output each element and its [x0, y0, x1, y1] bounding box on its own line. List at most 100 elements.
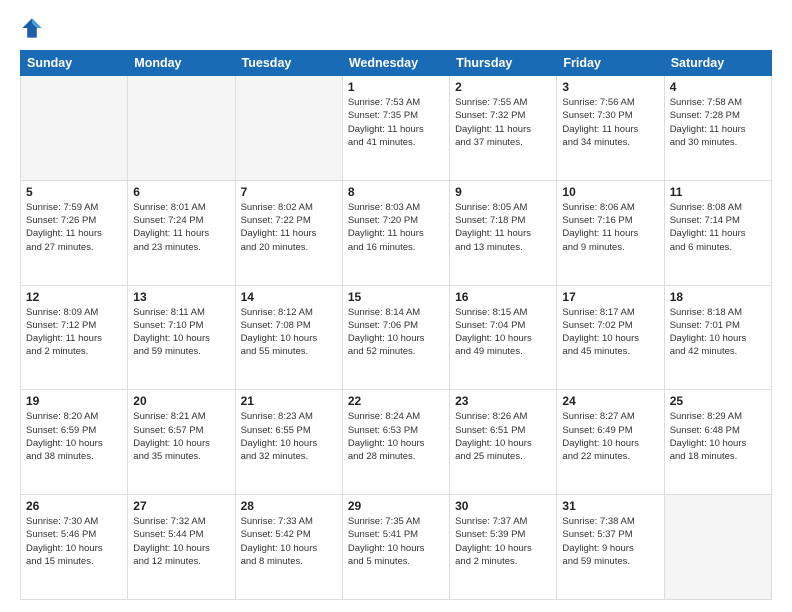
calendar-cell: 4 Sunrise: 7:58 AM Sunset: 7:28 PM Daylig…	[664, 76, 771, 181]
day-info: Sunrise: 7:32 AM Sunset: 5:44 PM Dayligh…	[133, 515, 229, 568]
day-info: Sunrise: 8:26 AM Sunset: 6:51 PM Dayligh…	[455, 410, 551, 463]
day-header-monday: Monday	[128, 51, 235, 76]
day-header-thursday: Thursday	[450, 51, 557, 76]
day-number: 13	[133, 290, 229, 304]
calendar-cell: 6Sunrise: 8:01 AM Sunset: 7:24 PM Daylig…	[128, 180, 235, 285]
calendar-cell	[21, 76, 128, 181]
day-header-friday: Friday	[557, 51, 664, 76]
calendar-cell	[128, 76, 235, 181]
day-info: Sunrise: 8:15 AM Sunset: 7:04 PM Dayligh…	[455, 306, 551, 359]
calendar-cell: 17Sunrise: 8:17 AM Sunset: 7:02 PM Dayli…	[557, 285, 664, 390]
day-info: Sunrise: 8:02 AM Sunset: 7:22 PM Dayligh…	[241, 201, 337, 254]
calendar-cell: 15 Sunrise: 8:14 AM Sunset: 7:06 PM Dayli…	[342, 285, 449, 390]
day-number: 30	[455, 499, 551, 513]
day-info: Sunrise: 8:29 AM Sunset: 6:48 PM Dayligh…	[670, 410, 766, 463]
day-header-wednesday: Wednesday	[342, 51, 449, 76]
calendar-week-3: 19 Sunrise: 8:20 AM Sunset: 6:59 PM Dayli…	[21, 390, 772, 495]
day-number: 5	[26, 185, 122, 199]
day-info: Sunrise: 8:20 AM Sunset: 6:59 PM Dayligh…	[26, 410, 122, 463]
day-number: 20	[133, 394, 229, 408]
calendar-cell: 30 Sunrise: 7:37 AM Sunset: 5:39 PM Dayli…	[450, 495, 557, 600]
calendar-cell: 11 Sunrise: 8:08 AM Sunset: 7:14 PM Dayli…	[664, 180, 771, 285]
day-info: Sunrise: 8:03 AM Sunset: 7:20 PM Dayligh…	[348, 201, 444, 254]
calendar-cell: 26 Sunrise: 7:30 AM Sunset: 5:46 PM Dayli…	[21, 495, 128, 600]
calendar-cell: 22Sunrise: 8:24 AM Sunset: 6:53 PM Dayli…	[342, 390, 449, 495]
day-number: 28	[241, 499, 337, 513]
day-number: 4	[670, 80, 766, 94]
calendar-cell: 19 Sunrise: 8:20 AM Sunset: 6:59 PM Dayli…	[21, 390, 128, 495]
calendar-cell: 9 Sunrise: 8:05 AM Sunset: 7:18 PM Daylig…	[450, 180, 557, 285]
calendar-cell: 1 Sunrise: 7:53 AM Sunset: 7:35 PM Daylig…	[342, 76, 449, 181]
day-info: Sunrise: 7:37 AM Sunset: 5:39 PM Dayligh…	[455, 515, 551, 568]
day-info: Sunrise: 8:24 AM Sunset: 6:53 PM Dayligh…	[348, 410, 444, 463]
calendar-week-2: 12 Sunrise: 8:09 AM Sunset: 7:12 PM Dayli…	[21, 285, 772, 390]
day-number: 2	[455, 80, 551, 94]
calendar-cell: 28Sunrise: 7:33 AM Sunset: 5:42 PM Dayli…	[235, 495, 342, 600]
day-info: Sunrise: 7:55 AM Sunset: 7:32 PM Dayligh…	[455, 96, 551, 149]
day-info: Sunrise: 8:12 AM Sunset: 7:08 PM Dayligh…	[241, 306, 337, 359]
calendar-cell	[664, 495, 771, 600]
day-info: Sunrise: 7:53 AM Sunset: 7:35 PM Dayligh…	[348, 96, 444, 149]
day-number: 19	[26, 394, 122, 408]
day-number: 23	[455, 394, 551, 408]
day-number: 21	[241, 394, 337, 408]
day-number: 24	[562, 394, 658, 408]
calendar-cell: 16 Sunrise: 8:15 AM Sunset: 7:04 PM Dayli…	[450, 285, 557, 390]
calendar-cell: 25 Sunrise: 8:29 AM Sunset: 6:48 PM Dayli…	[664, 390, 771, 495]
calendar-cell: 13 Sunrise: 8:11 AM Sunset: 7:10 PM Dayli…	[128, 285, 235, 390]
day-number: 12	[26, 290, 122, 304]
day-info: Sunrise: 8:05 AM Sunset: 7:18 PM Dayligh…	[455, 201, 551, 254]
calendar-cell: 20 Sunrise: 8:21 AM Sunset: 6:57 PM Dayli…	[128, 390, 235, 495]
day-number: 1	[348, 80, 444, 94]
day-info: Sunrise: 7:38 AM Sunset: 5:37 PM Dayligh…	[562, 515, 658, 568]
day-number: 31	[562, 499, 658, 513]
calendar-week-1: 5 Sunrise: 7:59 AM Sunset: 7:26 PM Daylig…	[21, 180, 772, 285]
logo	[20, 16, 48, 40]
day-info: Sunrise: 8:11 AM Sunset: 7:10 PM Dayligh…	[133, 306, 229, 359]
calendar-cell: 8Sunrise: 8:03 AM Sunset: 7:20 PM Daylig…	[342, 180, 449, 285]
day-info: Sunrise: 7:58 AM Sunset: 7:28 PM Dayligh…	[670, 96, 766, 149]
calendar-cell	[235, 76, 342, 181]
day-info: Sunrise: 8:21 AM Sunset: 6:57 PM Dayligh…	[133, 410, 229, 463]
day-info: Sunrise: 8:09 AM Sunset: 7:12 PM Dayligh…	[26, 306, 122, 359]
day-number: 3	[562, 80, 658, 94]
calendar-table: SundayMondayTuesdayWednesdayThursdayFrid…	[20, 50, 772, 600]
day-number: 11	[670, 185, 766, 199]
day-info: Sunrise: 8:08 AM Sunset: 7:14 PM Dayligh…	[670, 201, 766, 254]
calendar-cell: 7Sunrise: 8:02 AM Sunset: 7:22 PM Daylig…	[235, 180, 342, 285]
calendar-cell: 18Sunrise: 8:18 AM Sunset: 7:01 PM Dayli…	[664, 285, 771, 390]
calendar-cell: 24 Sunrise: 8:27 AM Sunset: 6:49 PM Dayli…	[557, 390, 664, 495]
day-number: 9	[455, 185, 551, 199]
day-number: 29	[348, 499, 444, 513]
logo-icon	[20, 16, 44, 40]
calendar-cell: 12 Sunrise: 8:09 AM Sunset: 7:12 PM Dayli…	[21, 285, 128, 390]
day-number: 25	[670, 394, 766, 408]
day-info: Sunrise: 7:59 AM Sunset: 7:26 PM Dayligh…	[26, 201, 122, 254]
day-info: Sunrise: 7:35 AM Sunset: 5:41 PM Dayligh…	[348, 515, 444, 568]
day-number: 16	[455, 290, 551, 304]
day-number: 15	[348, 290, 444, 304]
day-number: 27	[133, 499, 229, 513]
day-info: Sunrise: 8:23 AM Sunset: 6:55 PM Dayligh…	[241, 410, 337, 463]
day-info: Sunrise: 7:30 AM Sunset: 5:46 PM Dayligh…	[26, 515, 122, 568]
day-info: Sunrise: 8:14 AM Sunset: 7:06 PM Dayligh…	[348, 306, 444, 359]
page: SundayMondayTuesdayWednesdayThursdayFrid…	[0, 0, 792, 612]
calendar-cell: 27 Sunrise: 7:32 AM Sunset: 5:44 PM Dayli…	[128, 495, 235, 600]
calendar-cell: 3 Sunrise: 7:56 AM Sunset: 7:30 PM Daylig…	[557, 76, 664, 181]
day-info: Sunrise: 8:01 AM Sunset: 7:24 PM Dayligh…	[133, 201, 229, 254]
calendar-cell: 14Sunrise: 8:12 AM Sunset: 7:08 PM Dayli…	[235, 285, 342, 390]
day-info: Sunrise: 8:06 AM Sunset: 7:16 PM Dayligh…	[562, 201, 658, 254]
calendar-cell: 29 Sunrise: 7:35 AM Sunset: 5:41 PM Dayli…	[342, 495, 449, 600]
calendar-cell: 10 Sunrise: 8:06 AM Sunset: 7:16 PM Dayli…	[557, 180, 664, 285]
day-info: Sunrise: 8:27 AM Sunset: 6:49 PM Dayligh…	[562, 410, 658, 463]
day-number: 26	[26, 499, 122, 513]
day-number: 10	[562, 185, 658, 199]
calendar-week-4: 26 Sunrise: 7:30 AM Sunset: 5:46 PM Dayli…	[21, 495, 772, 600]
calendar-cell: 5 Sunrise: 7:59 AM Sunset: 7:26 PM Daylig…	[21, 180, 128, 285]
calendar-cell: 31 Sunrise: 7:38 AM Sunset: 5:37 PM Dayli…	[557, 495, 664, 600]
day-header-sunday: Sunday	[21, 51, 128, 76]
day-number: 17	[562, 290, 658, 304]
day-info: Sunrise: 8:18 AM Sunset: 7:01 PM Dayligh…	[670, 306, 766, 359]
day-info: Sunrise: 7:56 AM Sunset: 7:30 PM Dayligh…	[562, 96, 658, 149]
calendar-cell: 2 Sunrise: 7:55 AM Sunset: 7:32 PM Daylig…	[450, 76, 557, 181]
